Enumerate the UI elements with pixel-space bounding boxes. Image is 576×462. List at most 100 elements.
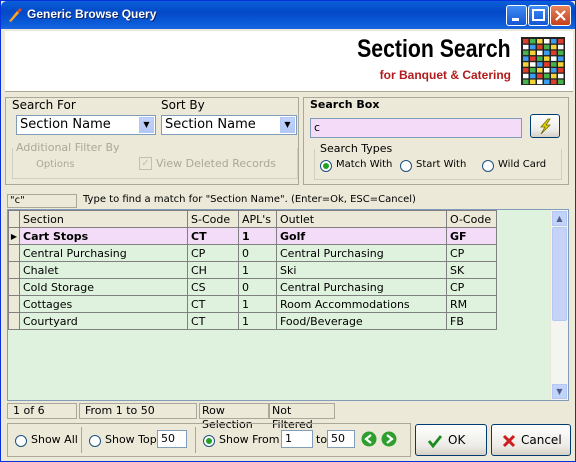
show-from-label: Show From [219, 433, 280, 446]
table-row[interactable]: Cottages CT 1 Room Accommodations RM [8, 295, 497, 313]
cell-outlet: Food/Beverage [276, 312, 447, 330]
header-banner: Section Search for Banquet & Catering [5, 31, 573, 92]
column-header-section[interactable]: Section [19, 210, 188, 228]
logo-cell [537, 50, 543, 56]
title-bar[interactable]: Generic Browse Query [1, 1, 575, 29]
page-title: Section Search [357, 35, 511, 63]
cell-outlet: Central Purchasing [276, 244, 447, 262]
logo-cell [544, 50, 550, 56]
column-header-outlet[interactable]: Outlet [276, 210, 447, 228]
cell-s-code: CP [187, 244, 239, 262]
search-for-value: Section Name [20, 117, 111, 132]
column-header-s-code[interactable]: S-Code [187, 210, 239, 228]
maximize-button[interactable] [528, 5, 549, 26]
logo-cell [523, 62, 529, 67]
cell-section: Chalet [19, 261, 188, 279]
previous-arrow-icon[interactable] [361, 431, 377, 447]
row-indicator[interactable] [8, 278, 20, 296]
status-selection: Row Selection [199, 403, 269, 431]
results-grid[interactable]: Section S-Code APL's Outlet O-Code ▶ Cart… [7, 209, 569, 401]
search-for-select[interactable]: Section Name ▼ [16, 115, 156, 135]
logo-cell [544, 62, 550, 67]
scroll-down-icon[interactable]: ▼ [552, 384, 567, 399]
bottom-controls: Show All Show Top 50 Show From 1 to 50 O… [5, 423, 573, 459]
lightning-icon [540, 118, 551, 135]
logo-cell [523, 68, 529, 73]
cell-section: Central Purchasing [19, 244, 188, 262]
column-header-o-code[interactable]: O-Code [446, 210, 497, 228]
table-row[interactable]: Courtyard CT 1 Food/Beverage FB [8, 312, 497, 330]
minimize-icon [512, 18, 519, 21]
search-go-button[interactable] [530, 114, 560, 138]
cell-o-code: GF [446, 227, 497, 245]
cancel-button[interactable]: Cancel [491, 424, 571, 456]
show-all-radio[interactable] [15, 435, 27, 447]
search-for-legend: Search For [12, 98, 76, 112]
logo-cell [551, 68, 557, 73]
vertical-scrollbar[interactable]: ▲ ▼ [550, 210, 568, 400]
wild-card-label: Wild Card [498, 159, 547, 170]
show-top-input[interactable]: 50 [157, 430, 187, 448]
close-button[interactable] [550, 5, 571, 26]
logo-cell [558, 62, 564, 67]
row-indicator[interactable] [8, 244, 20, 262]
logo-cell [537, 79, 543, 85]
logo-cell [544, 73, 550, 79]
logo-cell [551, 50, 557, 56]
x-icon [502, 434, 516, 448]
view-deleted-checkbox[interactable]: ✓ [139, 157, 152, 170]
sort-by-select[interactable]: Section Name ▼ [161, 115, 297, 135]
sort-by-legend: Sort By [161, 98, 205, 112]
start-with-radio[interactable] [400, 160, 412, 172]
cell-section: Cold Storage [19, 278, 188, 296]
scroll-up-icon[interactable]: ▲ [552, 211, 567, 226]
match-with-radio[interactable] [320, 160, 332, 172]
ok-button[interactable]: OK [415, 424, 487, 456]
options-label[interactable]: Options [36, 159, 75, 170]
logo-cell [530, 62, 536, 67]
row-pointer-icon[interactable]: ▶ [8, 227, 20, 245]
cell-apls: 1 [238, 261, 277, 279]
logo-cell [558, 68, 564, 73]
scroll-thumb[interactable] [552, 227, 567, 321]
chevron-down-icon[interactable]: ▼ [280, 117, 295, 133]
table-row[interactable]: Central Purchasing CP 0 Central Purchasing C… [8, 244, 497, 262]
logo-cell [537, 68, 543, 73]
table-row[interactable]: Cold Storage CS 0 Central Purchasing CP [8, 278, 497, 296]
table-row[interactable]: Chalet CH 1 Ski SK [8, 261, 497, 279]
cell-outlet: Room Accommodations [276, 295, 447, 313]
logo-cell [537, 56, 543, 61]
table-row[interactable]: ▶ Cart Stops CT 1 Golf GF [8, 227, 497, 245]
next-arrow-icon[interactable] [381, 431, 397, 447]
row-indicator[interactable] [8, 312, 20, 330]
logo-cell [544, 39, 550, 44]
show-from-radio[interactable] [203, 435, 215, 447]
cell-o-code: CP [446, 244, 497, 262]
logo-cell [558, 79, 564, 85]
app-icon [9, 8, 22, 22]
logo-cell [523, 44, 529, 50]
cell-o-code: FB [446, 312, 497, 330]
row-indicator[interactable] [8, 295, 20, 313]
logo-cell [537, 73, 543, 79]
minimize-button[interactable] [506, 5, 527, 26]
logo-cell [530, 44, 536, 50]
view-deleted-label: View Deleted Records [156, 157, 276, 170]
from-input[interactable]: 1 [281, 430, 313, 448]
cell-outlet: Central Purchasing [276, 278, 447, 296]
browse-query-window: Generic Browse Query Section Search for … [0, 0, 576, 462]
divider [195, 427, 196, 453]
cell-o-code: SK [446, 261, 497, 279]
show-top-radio[interactable] [89, 435, 101, 447]
column-header-apls[interactable]: APL's [238, 210, 277, 228]
checkmark-icon [427, 435, 443, 449]
row-indicator[interactable] [8, 261, 20, 279]
cancel-label: Cancel [521, 433, 562, 447]
to-input[interactable]: 50 [327, 430, 355, 448]
cell-o-code: RM [446, 295, 497, 313]
wild-card-radio[interactable] [482, 160, 494, 172]
logo-cell [523, 79, 529, 85]
logo-cell [558, 50, 564, 56]
chevron-down-icon[interactable]: ▼ [139, 117, 154, 133]
search-input[interactable]: c [310, 118, 522, 138]
